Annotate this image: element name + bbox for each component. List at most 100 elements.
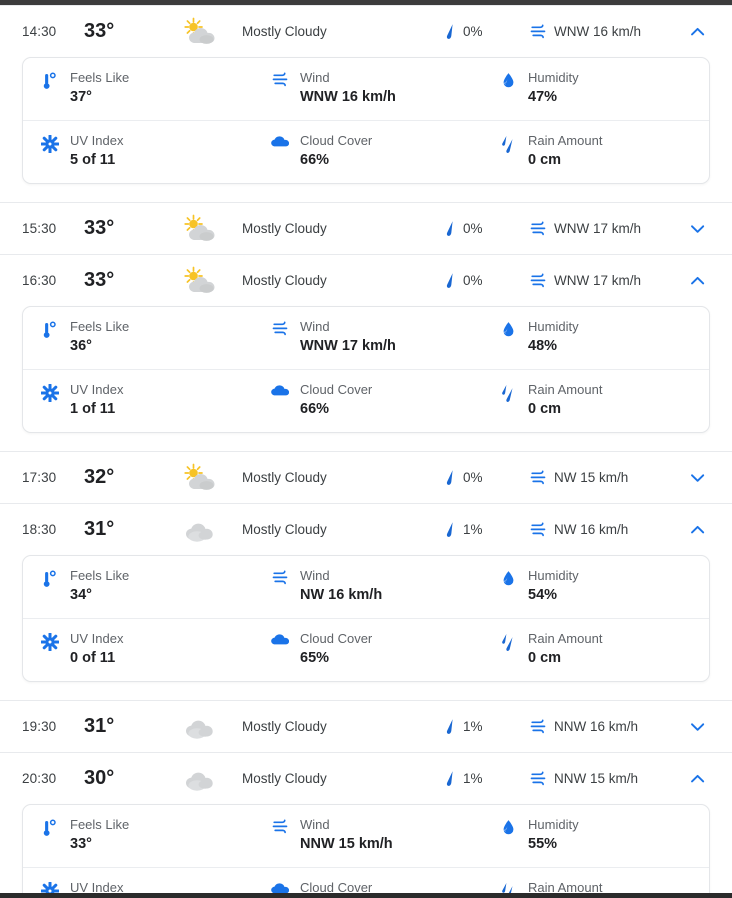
cloud-filled-icon [271,133,289,148]
detail-text-group: UV Index 0 of 11 [70,631,123,668]
hour-time: 14:30 [22,24,57,39]
hour-temperature: 32° [84,466,115,488]
chevron-down-icon[interactable] [678,472,718,484]
detail-cell-feels-like: Feels Like 34° [23,568,253,605]
hour-wind: NNW 16 km/h [530,719,678,734]
wind-lines-icon [530,221,547,236]
detail-value: 0 of 11 [70,650,116,666]
detail-value: WNW 17 km/h [300,338,396,354]
sun-burst-glyph [41,384,59,402]
detail-label: Humidity [528,70,579,85]
water-droplet-icon [499,70,517,89]
detail-text-group: Humidity 55% [528,817,579,854]
wind-lines-icon [530,273,547,288]
detail-cell-wind: Wind NW 16 km/h [253,568,481,605]
thermometer-icon [41,568,59,588]
hour-condition: Mostly Cloudy [242,470,327,485]
cloud-icon [180,764,242,794]
hour-detail-card: Feels Like 37° Wind WNW 16 km/h Humidity [22,57,710,184]
detail-text-group: UV Index 1 of 11 [70,382,123,419]
detail-text-group: Rain Amount 0 cm [528,631,602,668]
detail-text-group: Feels Like 33° [70,817,129,854]
detail-text-group: Cloud Cover 68% [300,880,372,893]
forecast-hour-block: 16:30 33° Mostly Cloudy 0% WNW 17 km/h F… [0,254,732,433]
weather-hourly-forecast-viewport: 14:30 33° Mostly Cloudy 0% WNW 16 km/h F… [0,0,732,898]
detail-cell-uv-index: UV Index 1 of 11 [23,382,253,419]
wind-value: NNW 16 km/h [554,719,639,734]
cloud-icon [180,712,242,742]
double-raindrop-glyph [502,385,513,402]
detail-label: Cloud Cover [300,880,373,893]
detail-cell-rain-amount: Rain Amount 0 cm [481,133,709,170]
detail-cell-humidity: Humidity 55% [481,817,709,854]
forecast-hour-row[interactable]: 20:30 30° Mostly Cloudy 1% NNW 15 km/h [0,753,732,804]
detail-label: Wind [300,319,330,334]
detail-row-secondary: UV Index 1 of 11 Cloud Cover 66% Rain Am… [23,369,709,432]
chevron-up-icon[interactable] [678,773,718,785]
forecast-hour-row[interactable]: 19:30 31° Mostly Cloudy 1% NNW 16 km/h [0,701,732,752]
hour-precipitation: 1% [444,770,530,787]
detail-text-group: Wind NNW 15 km/h [300,817,393,854]
detail-label: Wind [300,70,330,85]
raindrop-streak-icon [444,23,456,40]
detail-label: UV Index [70,631,124,646]
detail-row-secondary: UV Index 5 of 11 Cloud Cover 66% Rain Am… [23,120,709,183]
detail-cell-rain-amount: Rain Amount 0 cm [481,631,709,668]
raindrop-streak-icon [444,770,456,787]
forecast-hour-block: 15:30 33° Mostly Cloudy 0% WNW 17 km/h [0,202,732,254]
precipitation-value: 1% [463,522,483,537]
hour-time: 19:30 [22,719,57,734]
detail-text-group: Wind WNW 16 km/h [300,70,396,107]
detail-cell-humidity: Humidity 54% [481,568,709,605]
hour-detail-card: Feels Like 36° Wind WNW 17 km/h Humidity [22,306,710,433]
water-droplet-icon [499,817,517,836]
forecast-hour-row[interactable]: 16:30 33° Mostly Cloudy 0% WNW 17 km/h [0,255,732,306]
hour-wind: WNW 17 km/h [530,273,678,288]
detail-text-group: Rain Amount 0 cm [528,880,602,893]
chevron-down-icon[interactable] [678,223,718,235]
wind-lines-glyph [530,470,546,485]
wind-value: WNW 17 km/h [554,221,642,236]
detail-label: Humidity [528,817,579,832]
forecast-hour-row[interactable]: 18:30 31° Mostly Cloudy 1% NW 16 km/h [0,504,732,555]
forecast-hour-row[interactable]: 17:30 32° Mostly Cloudy 0% NW 15 km/h [0,452,732,503]
precipitation-value: 0% [463,221,483,236]
chevron-down-icon[interactable] [678,721,718,733]
water-droplet-glyph [503,73,513,88]
forecast-hour-row[interactable]: 14:30 33° Mostly Cloudy 0% WNW 16 km/h [0,6,732,57]
precipitation-value: 0% [463,273,483,288]
chevron-up-icon[interactable] [678,275,718,287]
raindrop-streak-icon [444,220,456,237]
sun-behind-cloud-glyph [184,17,215,44]
detail-text-group: Cloud Cover 66% [300,382,372,419]
detail-value: 66% [300,401,330,417]
hour-temperature: 31° [84,715,115,737]
detail-value: 55% [528,836,558,852]
detail-value: 47% [528,89,558,105]
detail-text-group: Feels Like 37° [70,70,129,107]
forecast-hour-row[interactable]: 15:30 33° Mostly Cloudy 0% WNW 17 km/h [0,203,732,254]
hour-temperature: 33° [84,20,115,42]
wind-value: WNW 16 km/h [554,24,642,39]
chevron-up-glyph [691,276,705,284]
sun-burst-glyph [41,882,59,893]
cloud-filled-glyph [271,883,289,893]
hour-precipitation: 0% [444,469,530,486]
browser-chrome-bottom-edge [0,893,732,898]
chevron-up-icon[interactable] [678,524,718,536]
wind-lines-glyph [272,819,287,834]
sun-behind-cloud-icon [180,214,242,244]
wind-lines-glyph [272,321,287,336]
forecast-hour-block: 14:30 33° Mostly Cloudy 0% WNW 16 km/h F… [0,5,732,184]
wind-lines-glyph [530,719,546,734]
hour-detail-card: Feels Like 34° Wind NW 16 km/h Humidity [22,555,710,682]
chevron-up-icon[interactable] [678,26,718,38]
detail-cell-rain-amount: Rain Amount 0 cm [481,382,709,419]
detail-cell-rain-amount: Rain Amount 0 cm [481,880,709,893]
precipitation-value: 0% [463,24,483,39]
detail-row-secondary: UV Index 0 of 11 Cloud Cover 65% Rain Am… [23,618,709,681]
hour-wind: NNW 15 km/h [530,771,678,786]
detail-label: Wind [300,817,330,832]
detail-cell-cloud-cover: Cloud Cover 65% [253,631,481,668]
detail-grid: Feels Like 33° Wind NNW 15 km/h Humidity [23,805,709,893]
